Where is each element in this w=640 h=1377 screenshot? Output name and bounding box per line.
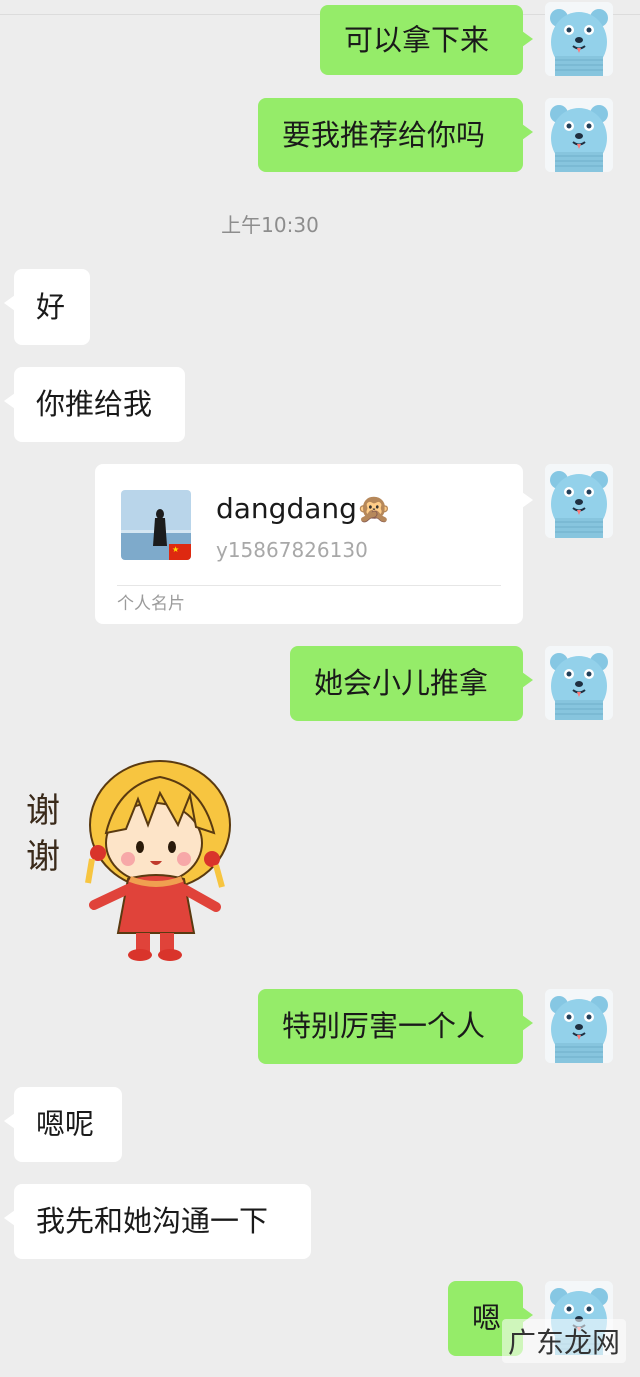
contact-card-photo: ★ [121,490,191,560]
message-bubble-other[interactable]: 嗯呢 [4,1087,122,1162]
contact-card-wechat-id: y15867826130 [216,538,368,562]
message-bubble-self[interactable]: 她会小儿推拿 [290,646,533,721]
contact-card-name: dangdang🙊 [216,495,392,523]
girl-sticker-icon [85,760,231,961]
message-timestamp: 上午10:30 [221,213,319,237]
contact-card-divider [117,585,501,586]
message-bubble-self[interactable]: 要我推荐给你吗 [258,98,533,172]
sticker-text-line2: 谢 [26,837,60,877]
message-bubble-other[interactable]: 你推给我 [4,367,185,442]
contact-card-footer: 个人名片 [117,594,185,614]
message-bubble-self[interactable]: 特别厉害一个人 [258,989,533,1064]
watermark-text: 广东龙网 [501,1319,626,1363]
blue-bear-avatar-icon [545,989,613,1063]
message-bubble-other[interactable]: 好 [4,269,90,345]
self-avatar[interactable] [545,2,613,76]
monkey-emoji-icon: 🙊 [356,492,392,525]
self-avatar[interactable] [545,646,613,720]
sticker-text-line1: 谢 [26,791,60,831]
blue-bear-avatar-icon [545,98,613,172]
self-avatar[interactable] [545,98,613,172]
contact-card[interactable]: ★ dangdang🙊 y15867826130 个人名片 [95,464,533,624]
thank-you-sticker[interactable]: 谢 谢 [20,755,240,970]
contact-name-text: dangdang [216,492,357,525]
blue-bear-avatar-icon [545,2,613,76]
self-avatar[interactable] [545,464,613,538]
message-bubble-self[interactable]: 可以拿下来 [320,5,533,75]
message-bubble-other[interactable]: 我先和她沟通一下 [4,1184,311,1259]
blue-bear-avatar-icon [545,464,613,538]
self-avatar[interactable] [545,989,613,1063]
blue-bear-avatar-icon [545,646,613,720]
china-flag-icon: ★ [169,544,191,560]
